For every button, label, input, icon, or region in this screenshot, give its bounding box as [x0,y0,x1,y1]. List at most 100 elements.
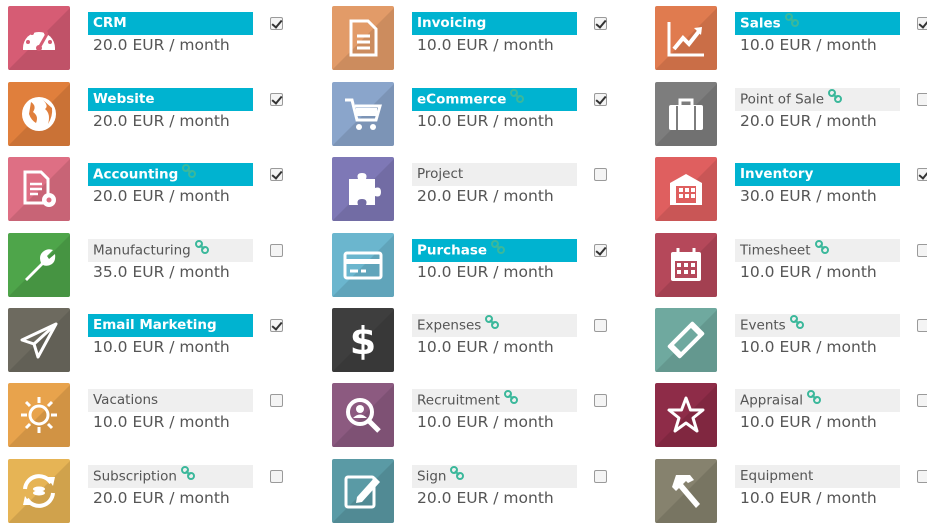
app-name-label: Timesheet [740,242,811,259]
app-name-label: Sales [740,15,781,32]
app-checkbox[interactable] [594,394,607,407]
globe-icon [8,82,70,146]
app-checkbox[interactable] [270,244,283,257]
app-checkbox[interactable] [917,244,927,257]
ticket-icon [655,308,717,372]
document-icon [332,6,394,70]
link-icon [180,465,195,488]
app-name: Invoicing [412,12,577,35]
svg-text:$: $ [350,320,376,360]
app-price: 10.0 EUR / month [417,338,554,356]
app-name: Sales [735,12,900,35]
app-price: 10.0 EUR / month [93,338,230,356]
app-card[interactable]: Inventory 30.0 EUR / month [655,157,927,223]
link-icon [450,465,465,488]
app-name-label: Invoicing [417,15,487,31]
app-card[interactable]: Sign 20.0 EUR / month [332,459,632,525]
link-icon [814,239,829,262]
app-name: CRM [88,12,253,35]
app-name: Purchase [412,239,577,262]
app-checkbox[interactable] [917,93,927,106]
link-icon [503,389,518,412]
app-name: Events [735,314,900,337]
star-icon [655,383,717,447]
app-name: Sign [412,465,577,488]
app-name-label: Accounting [93,166,179,183]
app-name: Point of Sale [735,88,900,111]
app-price: 20.0 EUR / month [417,489,554,507]
dollar-icon: $ [332,308,394,372]
app-price: 35.0 EUR / month [93,263,230,281]
briefcase-icon [655,82,717,146]
app-card[interactable]: Website 20.0 EUR / month [8,82,308,148]
app-name: Email Marketing [88,314,253,337]
app-checkbox[interactable] [270,93,283,106]
app-price: 10.0 EUR / month [417,413,554,431]
app-checkbox[interactable] [917,394,927,407]
app-price: 10.0 EUR / month [740,413,877,431]
app-name-label: Equipment [740,468,814,484]
app-checkbox[interactable] [270,168,283,181]
wrench-icon [8,233,70,297]
app-checkbox[interactable] [594,17,607,30]
app-card[interactable]: Purchase 10.0 EUR / month [332,233,632,299]
app-checkbox[interactable] [917,319,927,332]
credit-card-icon [332,233,394,297]
link-icon [784,12,799,35]
app-card[interactable]: Accounting 20.0 EUR / month [8,157,308,223]
app-checkbox[interactable] [594,319,607,332]
app-checkbox[interactable] [594,93,607,106]
link-icon [828,88,843,111]
app-checkbox[interactable] [594,168,607,181]
app-card[interactable]: Manufacturing 35.0 EUR / month [8,233,308,299]
app-price: 10.0 EUR / month [740,36,877,54]
link-icon [510,88,525,111]
link-icon [182,163,197,186]
invoice-gear-icon [8,157,70,221]
app-name: Expenses [412,314,577,337]
app-name: Timesheet [735,239,900,262]
app-card[interactable]: Invoicing 10.0 EUR / month [332,6,632,72]
link-icon [485,314,500,337]
app-checkbox[interactable] [594,470,607,483]
app-card[interactable]: Appraisal 10.0 EUR / month [655,383,927,449]
app-name: Equipment [735,465,900,488]
app-checkbox[interactable] [270,17,283,30]
app-card[interactable]: Timesheet 10.0 EUR / month [655,233,927,299]
app-card[interactable]: $ Expenses 10.0 EUR / month [332,308,632,374]
trend-chart-icon [655,6,717,70]
app-checkbox[interactable] [270,319,283,332]
app-checkbox[interactable] [917,168,927,181]
app-checkbox[interactable] [917,470,927,483]
app-checkbox[interactable] [270,394,283,407]
app-name: Recruitment [412,389,577,412]
app-card[interactable]: Vacations 10.0 EUR / month [8,383,308,449]
magnifier-icon [332,383,394,447]
app-price: 10.0 EUR / month [417,263,554,281]
app-card[interactable]: Email Marketing 10.0 EUR / month [8,308,308,374]
app-card[interactable]: eCommerce 10.0 EUR / month [332,82,632,148]
app-name-label: eCommerce [417,91,507,108]
app-name-label: Email Marketing [93,317,217,333]
app-checkbox[interactable] [594,244,607,257]
calendar-icon [655,233,717,297]
app-name-label: Sign [417,468,447,485]
app-name: Manufacturing [88,239,253,262]
app-card[interactable]: Project 20.0 EUR / month [332,157,632,223]
gauge-icon [8,6,70,70]
app-price: 20.0 EUR / month [93,36,230,54]
app-card[interactable]: Point of Sale 20.0 EUR / month [655,82,927,148]
link-icon [807,389,822,412]
app-name-label: Website [93,91,155,107]
app-card[interactable]: Recruitment 10.0 EUR / month [332,383,632,449]
app-card[interactable]: CRM 20.0 EUR / month [8,6,308,72]
app-card[interactable]: Sales 10.0 EUR / month [655,6,927,72]
app-checkbox[interactable] [270,470,283,483]
app-card[interactable]: Subscription 20.0 EUR / month [8,459,308,525]
app-name: eCommerce [412,88,577,111]
app-name: Subscription [88,465,253,488]
app-name-label: Vacations [93,392,159,408]
app-card[interactable]: Equipment 10.0 EUR / month [655,459,927,525]
app-name: Accounting [88,163,253,186]
app-card[interactable]: Events 10.0 EUR / month [655,308,927,374]
